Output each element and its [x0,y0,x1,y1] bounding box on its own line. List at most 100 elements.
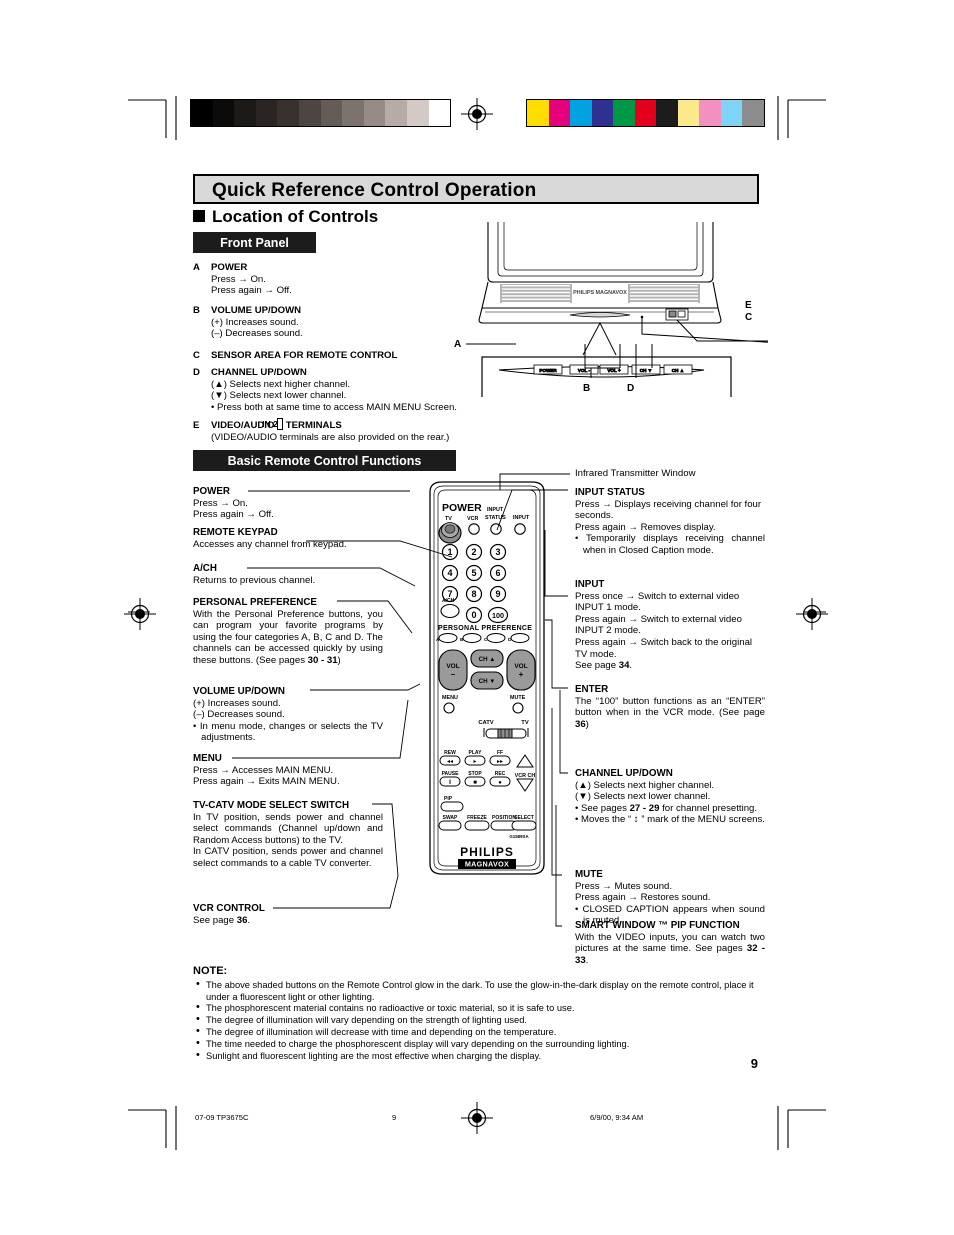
right-section-input-status: INPUT STATUS Press → Displays receiving c… [575,487,765,556]
remote-functions-bar-label: Basic Remote Control Functions [227,453,422,468]
front-panel-key-c: C [193,350,200,361]
svg-text:G1589SA: G1589SA [509,834,529,839]
page-number: 9 [750,1056,758,1071]
left-section-vcr-control: VCR CONTROL See page 36. [193,903,265,926]
vcr-label-stop: STOP [468,771,482,777]
color-bar-1 [548,100,570,126]
grayscale-bar-1 [212,100,235,126]
right-section-input: INPUT Press once → Switch to external vid… [575,579,753,672]
remote-key-label-2: 2 [471,547,476,557]
front-panel-key-b: B [193,305,200,316]
remote-key-label-3: 3 [495,547,500,557]
note-item-5: Sunlight and fluorescent lighting are th… [193,1050,759,1062]
registration-target-bottom [461,1102,493,1134]
tv-front-panel-diagram: PHILIPS MAGNAVOX POWER VOL - VOL + CH ▼ CH ▲ [478,222,768,397]
registration-target-top [461,98,493,130]
section-heading-row: Location of Controls [193,207,378,227]
personal-preference-label-d: D [508,637,512,643]
remote-key-label-5: 5 [471,568,476,578]
color-bar-4 [613,100,635,126]
tv-button-label-3: CH ▼ [640,368,652,373]
personal-preference-button-b [462,633,482,643]
svg-text:INPUT: INPUT [513,515,530,521]
color-bar-0 [527,100,549,126]
remote-control-diagram: POWER TV VCR INPUT STATUS INPUT 1 2 34 5 67 8… [429,481,545,875]
vcr-glyph-rew: ◂◂ [447,759,453,765]
remote-label-position: POSITION [492,815,516,821]
footer-right: 6/9/00, 9:34 AM [590,1113,644,1122]
svg-text:VOL: VOL [446,663,459,670]
grayscale-bar-5 [298,100,321,126]
color-bar-9 [720,100,742,126]
grayscale-bar-3 [255,100,278,126]
svg-text:–: – [451,670,456,679]
left-section-remote-keypad: REMOTE KEYPAD Accesses any channel from k… [193,527,347,550]
svg-text:TV: TV [445,516,452,522]
personal-preference-button-d [510,633,530,643]
vcr-glyph-pause: ‖ [449,780,451,786]
registration-target-right [796,598,828,630]
note-item-0: The above shaded buttons on the Remote C… [193,979,759,1003]
grayscale-bar-8 [363,100,386,126]
grayscale-bar-10 [406,100,429,126]
svg-text:VCR CH: VCR CH [515,773,536,779]
right-section-enter: ENTER The “100” button functions as an “E… [575,684,765,730]
left-section-tv-catv-mode-select-switch: TV-CATV MODE SELECT SWITCH In TV position… [193,800,383,869]
color-bar-10 [742,100,764,126]
grayscale-bar-0 [191,100,213,126]
front-panel-key-a: A [193,262,200,273]
color-bar-7 [677,100,699,126]
left-section-menu: MENU Press → Accesses MAIN MENU. Press aga… [193,753,340,788]
svg-text:INPUT: INPUT [487,507,504,513]
svg-text:MUTE: MUTE [510,695,526,701]
remote-key-label-1: 1 [447,547,452,557]
right-section-infrared-transmitter-window: Infrared Transmitter Window [575,468,696,479]
footer-left: 07-09 TP3675C [195,1113,249,1122]
right-section-smart-window-pip-function: SMART WINDOW ™ PIP FUNCTION With the VIDE… [575,920,765,966]
remote-button-swap [438,820,462,831]
note-block: NOTE: The above shaded buttons on the Re… [193,965,759,1062]
remote-button-select [511,820,537,831]
svg-text:CATV: CATV [478,720,493,726]
grayscale-bar-6 [320,100,343,126]
remote-functions-bar: Basic Remote Control Functions [193,450,456,471]
remote-key-label-4: 4 [447,568,452,578]
color-calibration-bars [526,99,765,127]
vcr-label-play: PLAY [469,750,483,756]
svg-text:PERSONAL PREFERENCE: PERSONAL PREFERENCE [438,625,532,632]
svg-text:STATUS: STATUS [485,515,506,521]
svg-text:POWER: POWER [442,502,482,514]
left-section-personal-preference: PERSONAL PREFERENCE With the Personal Pre… [193,597,383,666]
footer-center: 9 [392,1113,397,1122]
remote-button-ach [440,603,460,619]
svg-text:MENU: MENU [442,695,458,701]
note-item-1: The phosphorescent material contains no … [193,1002,759,1014]
svg-text:PIP: PIP [444,796,453,802]
vcr-glyph-ff: ▸▸ [497,759,503,765]
svg-text:CH ▲: CH ▲ [479,656,496,663]
callout-C: C [745,312,753,323]
color-bar-8 [699,100,721,126]
remote-key-label-100: 100 [492,611,504,620]
tv-button-label-2: VOL + [607,368,621,373]
svg-text:CH ▼: CH ▼ [479,678,496,685]
tv-button-label-0: POWER [539,368,557,373]
note-title: NOTE: [193,965,228,977]
remote-button-freeze [464,820,490,831]
color-bar-5 [634,100,656,126]
remote-key-label-8: 8 [471,589,476,599]
color-bar-2 [570,100,592,126]
front-panel-bar-label: Front Panel [220,235,289,250]
callout-E: E [745,300,752,311]
svg-text:MAGNAVOX: MAGNAVOX [465,860,509,869]
color-bar-3 [591,100,613,126]
personal-preference-button-c [486,633,506,643]
note-list: The above shaded buttons on the Remote C… [193,979,759,1062]
personal-preference-label-a: A [436,637,440,643]
grayscale-bar-11 [428,100,451,126]
manual-page: Quick Reference Control Operation Locati… [0,0,954,1235]
svg-text:PHILIPS MAGNAVOX: PHILIPS MAGNAVOX [573,290,627,296]
remote-label-freeze: FREEZE [467,815,487,821]
personal-preference-label-c: C [484,637,488,643]
grayscale-bar-2 [234,100,256,126]
